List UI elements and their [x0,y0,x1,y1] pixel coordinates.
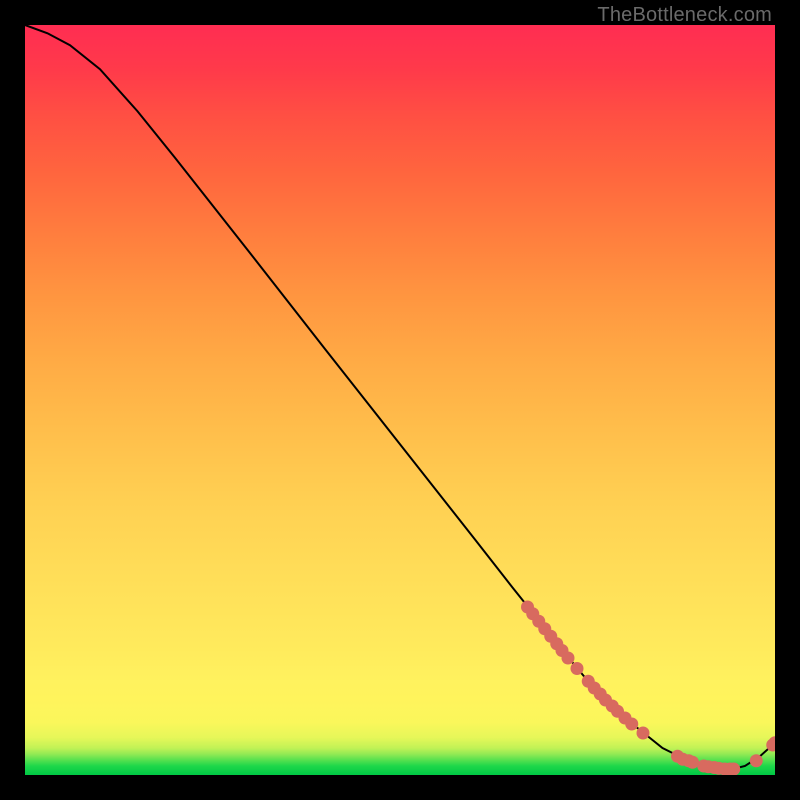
data-marker [571,662,584,675]
chart-overlay [25,25,775,775]
data-marker [727,763,740,776]
data-marker [637,727,650,740]
data-curve [25,25,775,770]
chart-stage: TheBottleneck.com [0,0,800,800]
data-markers [521,601,775,776]
data-marker [750,754,763,767]
data-marker [625,718,638,731]
data-marker [686,756,699,769]
watermark-text: TheBottleneck.com [597,4,772,27]
plot-area [25,25,775,775]
data-marker [562,652,575,665]
